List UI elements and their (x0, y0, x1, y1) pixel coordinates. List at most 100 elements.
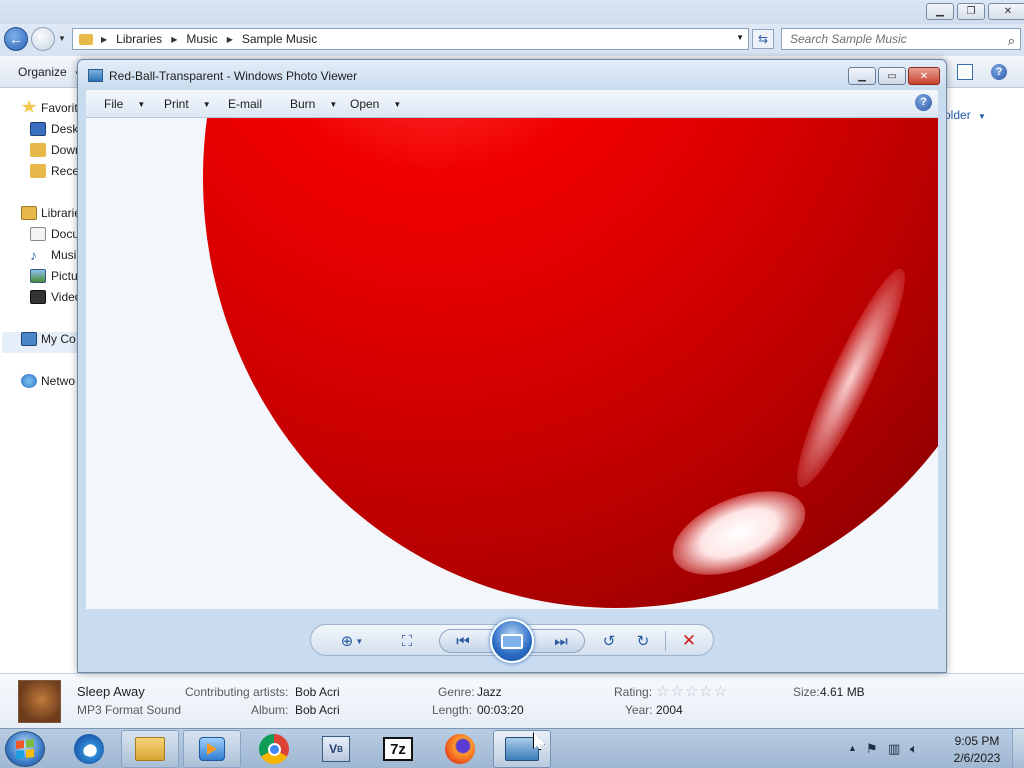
taskbar-firefox[interactable] (431, 730, 489, 768)
clock-date[interactable]: 2/6/2023 (942, 751, 1012, 765)
back-button[interactable]: ← (4, 27, 28, 51)
refresh-icon[interactable]: ⇆ (752, 29, 774, 49)
photo-viewer-titlebar[interactable]: Red-Ball-Transparent - Windows Photo Vie… (78, 60, 946, 90)
explorer-restore-button[interactable]: ❐ (957, 3, 985, 20)
internet-explorer-icon: e (74, 734, 104, 764)
forward-button[interactable] (31, 27, 55, 51)
contributing-artists-value[interactable]: Bob Acri (295, 685, 340, 699)
chevron-right-icon[interactable]: ▶ (101, 35, 107, 44)
menu-email[interactable]: E-mail (228, 97, 262, 111)
network-status-icon[interactable]: ▥ (888, 741, 900, 757)
size-label: Size: (793, 685, 820, 699)
chevron-right-icon[interactable]: ▶ (227, 35, 233, 44)
pictures-icon (30, 269, 46, 283)
genre-label: Genre: (438, 685, 475, 699)
volume-icon[interactable]: 🔈︎ (910, 741, 918, 757)
chrome-icon (259, 734, 289, 764)
sidebar-item-network[interactable]: Netwo (41, 374, 75, 388)
taskbar-windows-explorer[interactable] (121, 730, 179, 768)
contributing-artists-label: Contributing artists: (185, 685, 289, 699)
rotate-counterclockwise-icon[interactable]: ↺ (597, 630, 621, 652)
star-icon (21, 100, 37, 113)
slideshow-button[interactable] (490, 619, 534, 663)
year-value[interactable]: 2004 (656, 703, 683, 717)
address-row: ← ▼ ▶ Libraries ▶ Music ▶ Sample Music ▼… (0, 24, 1024, 56)
firefox-icon (445, 734, 475, 764)
album-value[interactable]: Bob Acri (295, 703, 340, 717)
sidebar-item-pictures[interactable]: Pictu (51, 269, 78, 283)
album-label: Album: (251, 703, 289, 717)
search-input[interactable]: Search Sample Music ⌕ (781, 28, 1021, 50)
minimize-button[interactable]: ▁ (848, 67, 876, 85)
search-icon[interactable]: ⌕ (1008, 31, 1015, 51)
breadcrumb-libraries[interactable]: Libraries (116, 32, 162, 46)
file-type: MP3 Format Sound (77, 703, 182, 717)
network-icon (21, 374, 37, 388)
recent-pages-dropdown-icon[interactable]: ▼ (58, 34, 66, 43)
organize-label: Organize (18, 65, 67, 79)
menu-print[interactable]: Print ▼ (164, 97, 211, 111)
breadcrumb-music[interactable]: Music (186, 32, 217, 46)
sidebar-item-favorites[interactable]: Favorit (41, 101, 78, 115)
zoom-icon[interactable]: ⊕ ▼ (335, 630, 369, 652)
address-dropdown-icon[interactable]: ▼ (736, 33, 744, 42)
music-icon: ♪ (30, 247, 37, 263)
sidebar-item-computer[interactable]: My Co (41, 332, 76, 346)
taskbar-chrome[interactable] (245, 730, 303, 768)
taskbar: e VB 7z ▲ ⚑ ▥ 🔈︎ 9:05 PM 2/6/2023 (0, 728, 1024, 768)
action-center-flag-icon[interactable]: ⚑ (866, 741, 878, 757)
sidebar-item-recent-places[interactable]: Rece (51, 164, 79, 178)
chevron-down-icon: ▼ (393, 100, 402, 109)
chevron-down-icon: ▼ (978, 112, 986, 121)
close-button[interactable]: ✕ (908, 67, 940, 85)
taskbar-photo-viewer[interactable] (493, 730, 551, 768)
chevron-right-icon[interactable]: ▶ (171, 35, 177, 44)
size-value: 4.61 MB (820, 685, 865, 699)
taskbar-internet-explorer[interactable]: e (60, 730, 118, 768)
show-hidden-icons-icon[interactable]: ▲ (848, 743, 857, 753)
chevron-down-icon: ▼ (329, 100, 338, 109)
maximize-button[interactable]: ▭ (878, 67, 906, 85)
taskbar-media-player[interactable] (183, 730, 241, 768)
explorer-minimize-button[interactable]: ▁ (926, 3, 954, 20)
organize-button[interactable]: Organize ▼ (18, 65, 82, 79)
breadcrumb-sample-music[interactable]: Sample Music (242, 32, 317, 46)
photo-viewer-menubar: File ▼ Print ▼ E-mail Burn ▼ Open ▼ ? (86, 90, 938, 117)
help-icon[interactable]: ? (915, 94, 932, 111)
chevron-down-icon: ▼ (137, 100, 146, 109)
help-icon[interactable]: ? (991, 64, 1007, 80)
desktop-icon (30, 122, 46, 136)
taskbar-virtualbox[interactable]: VB (307, 730, 365, 768)
next-icon[interactable]: ⏭ (549, 630, 573, 652)
rotate-clockwise-icon[interactable]: ↻ (631, 630, 655, 652)
virtualbox-icon: VB (322, 736, 350, 762)
length-value: 00:03:20 (477, 703, 524, 717)
delete-icon[interactable]: ✕ (677, 630, 701, 652)
taskbar-7zip[interactable]: 7z (369, 730, 427, 768)
genre-value[interactable]: Jazz (477, 685, 502, 699)
computer-icon (21, 332, 37, 346)
sidebar-item-libraries[interactable]: Librarie (41, 206, 81, 220)
divider (665, 631, 666, 651)
preview-pane-icon[interactable] (957, 64, 973, 80)
explorer-close-button[interactable]: ✕ (988, 3, 1024, 20)
previous-icon[interactable]: ⏮ (451, 630, 475, 652)
new-folder-button[interactable]: older ▼ (944, 108, 986, 122)
clock-time[interactable]: 9:05 PM (942, 734, 1012, 748)
file-title: Sleep Away (77, 684, 145, 699)
show-desktop-button[interactable] (1012, 729, 1024, 768)
rating-stars[interactable]: ☆☆☆☆☆ (656, 682, 728, 700)
start-button[interactable] (5, 731, 45, 767)
actual-size-icon[interactable]: ⛶ (395, 630, 419, 652)
menu-open[interactable]: Open ▼ (350, 97, 401, 111)
menu-file[interactable]: File ▼ (104, 97, 145, 111)
sidebar-item-music[interactable]: Musi (51, 248, 76, 262)
windows-logo-icon (16, 739, 34, 759)
menu-print-label: Print (164, 97, 189, 111)
sidebar-item-documents[interactable]: Docu (51, 227, 79, 241)
red-ball-image (203, 118, 938, 608)
address-bar[interactable]: ▶ Libraries ▶ Music ▶ Sample Music ▼ (72, 28, 749, 50)
documents-icon (30, 227, 46, 241)
image-canvas[interactable] (86, 117, 938, 609)
menu-burn[interactable]: Burn ▼ (290, 97, 337, 111)
